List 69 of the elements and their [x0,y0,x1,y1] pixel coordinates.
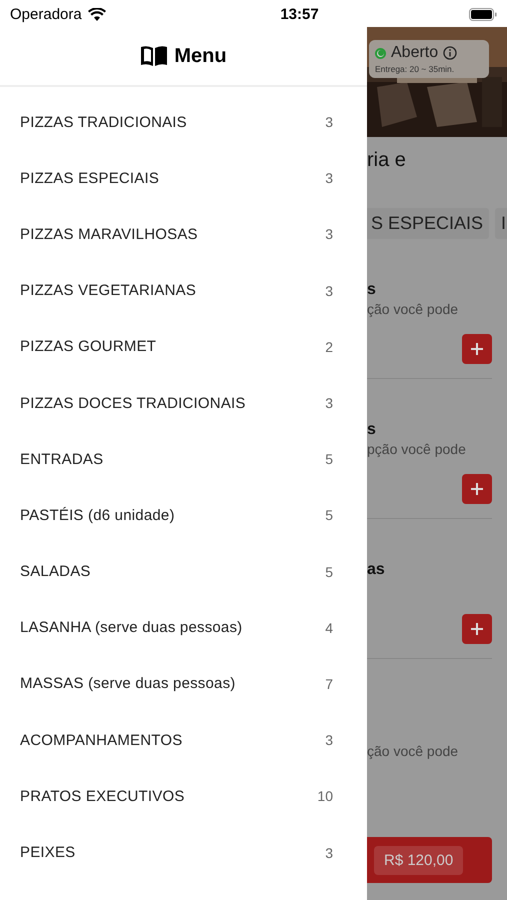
category-name: PIZZAS GOURMET [20,338,156,356]
delivery-time: Entrega: 20 ~ 35min. [375,64,456,74]
item-count: 3 [325,844,333,861]
product-description: pção você pode [367,441,466,457]
restaurant-name: ria e [367,149,407,172]
cart-bar[interactable]: R$ 120,00 [367,837,492,883]
category-name: PRATOS EXECUTIVOS [20,788,185,805]
item-count: 3 [325,114,333,130]
category-item[interactable]: PRATOS EXECUTIVOS 10 [0,768,367,824]
plus-icon [470,482,484,496]
category-item[interactable]: ACOMPANHAMENTOS 3 [0,712,367,768]
category-name: PASTÉIS (d6 unidade) [20,506,175,524]
category-item[interactable]: PIZZAS VEGETARIANAS 3 [0,262,367,319]
item-count: 5 [325,564,333,580]
category-item[interactable]: PEIXES 3 [0,824,367,881]
item-count: 4 [325,620,333,636]
category-name: PIZZAS DOCES TRADICIONAIS [20,394,246,412]
item-count: 3 [325,282,333,299]
category-name: ENTRADAS [20,450,104,468]
info-icon [443,46,458,60]
item-count: 7 [325,676,333,692]
plus-icon [470,342,484,356]
item-count: 10 [317,788,333,804]
item-count: 5 [325,451,333,468]
add-button[interactable] [462,474,492,504]
category-name: PIZZAS MARAVILHOSAS [20,226,198,243]
drawer-title: Menu [174,44,227,68]
category-item[interactable]: PIZZAS GOURMET 2 [0,318,367,375]
book-icon [140,45,168,67]
category-item[interactable]: ENTRADAS 5 [0,431,367,488]
category-tab[interactable]: S ESPECIAIS [367,208,490,239]
item-count: 3 [325,395,333,412]
status-label: Aberto [391,44,438,62]
product-name: s [367,281,376,299]
category-name: PIZZAS VEGETARIANAS [20,282,196,300]
item-count: 3 [325,170,333,186]
item-count: 3 [325,226,333,242]
category-item[interactable]: PASTÉIS (d6 unidade) 5 [0,487,367,544]
item-count: 2 [325,338,333,355]
add-button[interactable] [462,334,492,364]
category-name: SALADAS [20,563,91,580]
item-count: 5 [325,507,333,524]
product-name: s [367,421,376,439]
category-item[interactable]: PIZZAS ESPECIAIS 3 [0,150,367,206]
category-name: PIZZAS TRADICIONAIS [20,114,187,131]
category-item[interactable]: PIZZAS TRADICIONAIS 3 [0,94,367,150]
category-item[interactable]: PIZZAS MARAVILHOSAS 3 [0,206,367,263]
category-name: LASANHA (serve duas pessoas) [20,619,242,636]
item-count: 3 [325,732,333,748]
category-item[interactable]: SALADAS 5 [0,544,367,600]
category-name: PIZZAS ESPECIAIS [20,170,160,187]
product-description: ção você pode [367,743,458,759]
product-description: ção você pode [367,301,458,317]
wifi-icon [88,8,106,21]
product-name: as [367,561,385,579]
add-button[interactable] [462,614,492,644]
plus-icon [470,622,484,636]
battery-icon [469,8,497,21]
status-badge[interactable]: Aberto Entrega: 20 ~ 35min. [369,40,489,78]
category-item[interactable]: MASSAS (serve duas pessoas) 7 [0,656,367,712]
category-name: ACOMPANHAMENTOS [20,732,182,749]
cart-total: R$ 120,00 [374,846,464,874]
status-time: 13:57 [280,6,319,23]
category-tab[interactable]: I [495,208,507,239]
category-name: MASSAS (serve duas pessoas) [20,675,236,692]
category-name: PEIXES [20,844,76,862]
carrier-name: Operadora [10,6,82,23]
category-item[interactable]: PIZZAS DOCES TRADICIONAIS 3 [0,374,367,432]
category-item[interactable]: LASANHA (serve duas pessoas) 4 [0,600,367,656]
